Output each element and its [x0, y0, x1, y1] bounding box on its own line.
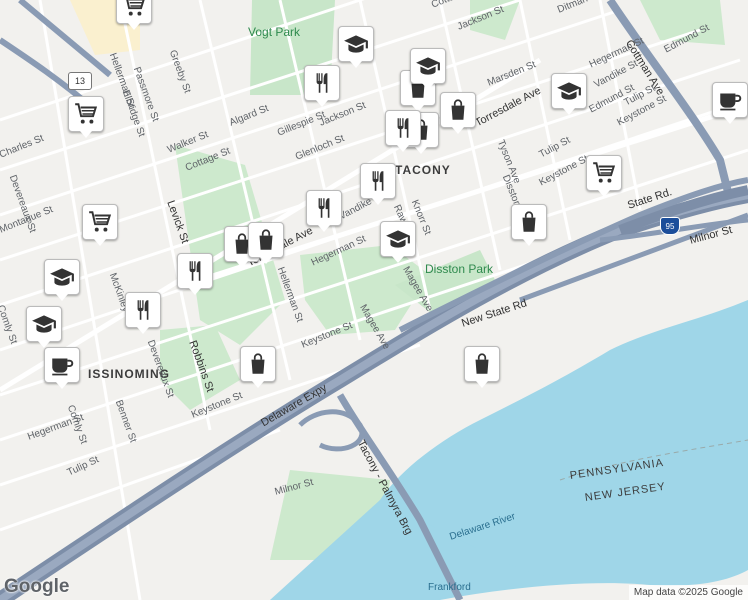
school-icon — [32, 315, 56, 333]
cafe-icon — [52, 358, 74, 376]
shopping-bag-icon — [251, 353, 265, 374]
poi-grocery-pin[interactable] — [116, 0, 152, 30]
neighborhood-label-tacony: TACONY — [395, 163, 451, 177]
cafe-icon — [720, 93, 742, 111]
restaurant-icon — [318, 198, 330, 218]
poi-shopping-pin[interactable] — [248, 222, 284, 264]
poi-grocery-pin[interactable] — [586, 155, 622, 197]
poi-school-pin[interactable] — [380, 221, 416, 263]
poi-restaurant-pin[interactable] — [360, 163, 396, 205]
poi-school-pin[interactable] — [26, 306, 62, 348]
shopping-bag-icon — [259, 229, 273, 250]
poi-school-pin[interactable] — [551, 73, 587, 115]
restaurant-icon — [189, 261, 201, 281]
poi-restaurant-pin[interactable] — [306, 190, 342, 232]
poi-shopping-pin[interactable] — [511, 204, 547, 246]
grocery-cart-icon — [126, 0, 145, 16]
park-label-vogt: Vogt Park — [248, 25, 301, 39]
map-attribution: Map data ©2025 Google — [628, 585, 748, 600]
park-label-disston: Disston Park — [425, 262, 494, 276]
poi-restaurant-pin[interactable] — [385, 110, 421, 152]
map-view[interactable]: TACONY ISSINOMING Vogt Park Disston Park… — [0, 0, 748, 600]
poi-grocery-pin[interactable] — [68, 96, 104, 138]
poi-restaurant-pin[interactable] — [304, 65, 340, 107]
restaurant-icon — [316, 73, 328, 93]
grocery-cart-icon — [75, 103, 98, 124]
poi-restaurant-pin[interactable] — [125, 292, 161, 334]
shopping-bag-icon — [522, 211, 536, 232]
shopping-bag-icon — [475, 353, 489, 374]
school-icon — [386, 230, 410, 248]
school-icon — [50, 268, 74, 286]
grocery-cart-icon — [89, 211, 112, 232]
poi-shopping-pin[interactable] — [240, 346, 276, 388]
poi-school-pin[interactable] — [338, 26, 374, 68]
school-icon — [416, 57, 440, 75]
grocery-cart-icon — [593, 162, 616, 183]
school-icon — [557, 82, 581, 100]
restaurant-icon — [372, 171, 384, 191]
poi-restaurant-pin[interactable] — [177, 253, 213, 295]
shopping-bag-icon — [451, 99, 465, 120]
interstate-95-shield: 95 — [660, 217, 680, 235]
poi-school-pin[interactable] — [44, 259, 80, 301]
poi-shopping-pin[interactable] — [440, 92, 476, 134]
poi-grocery-pin[interactable] — [82, 204, 118, 246]
poi-cafe-pin[interactable] — [44, 347, 80, 389]
restaurant-icon — [397, 118, 409, 138]
google-logo: Google — [4, 576, 70, 597]
poi-cafe-pin[interactable] — [712, 82, 748, 124]
water-label-frankford: Frankford — [428, 582, 471, 593]
poi-school-pin[interactable] — [410, 48, 446, 90]
school-icon — [344, 35, 368, 53]
poi-shopping-pin[interactable] — [464, 346, 500, 388]
restaurant-icon — [137, 300, 149, 320]
route-13-shield: 13 — [68, 72, 92, 90]
